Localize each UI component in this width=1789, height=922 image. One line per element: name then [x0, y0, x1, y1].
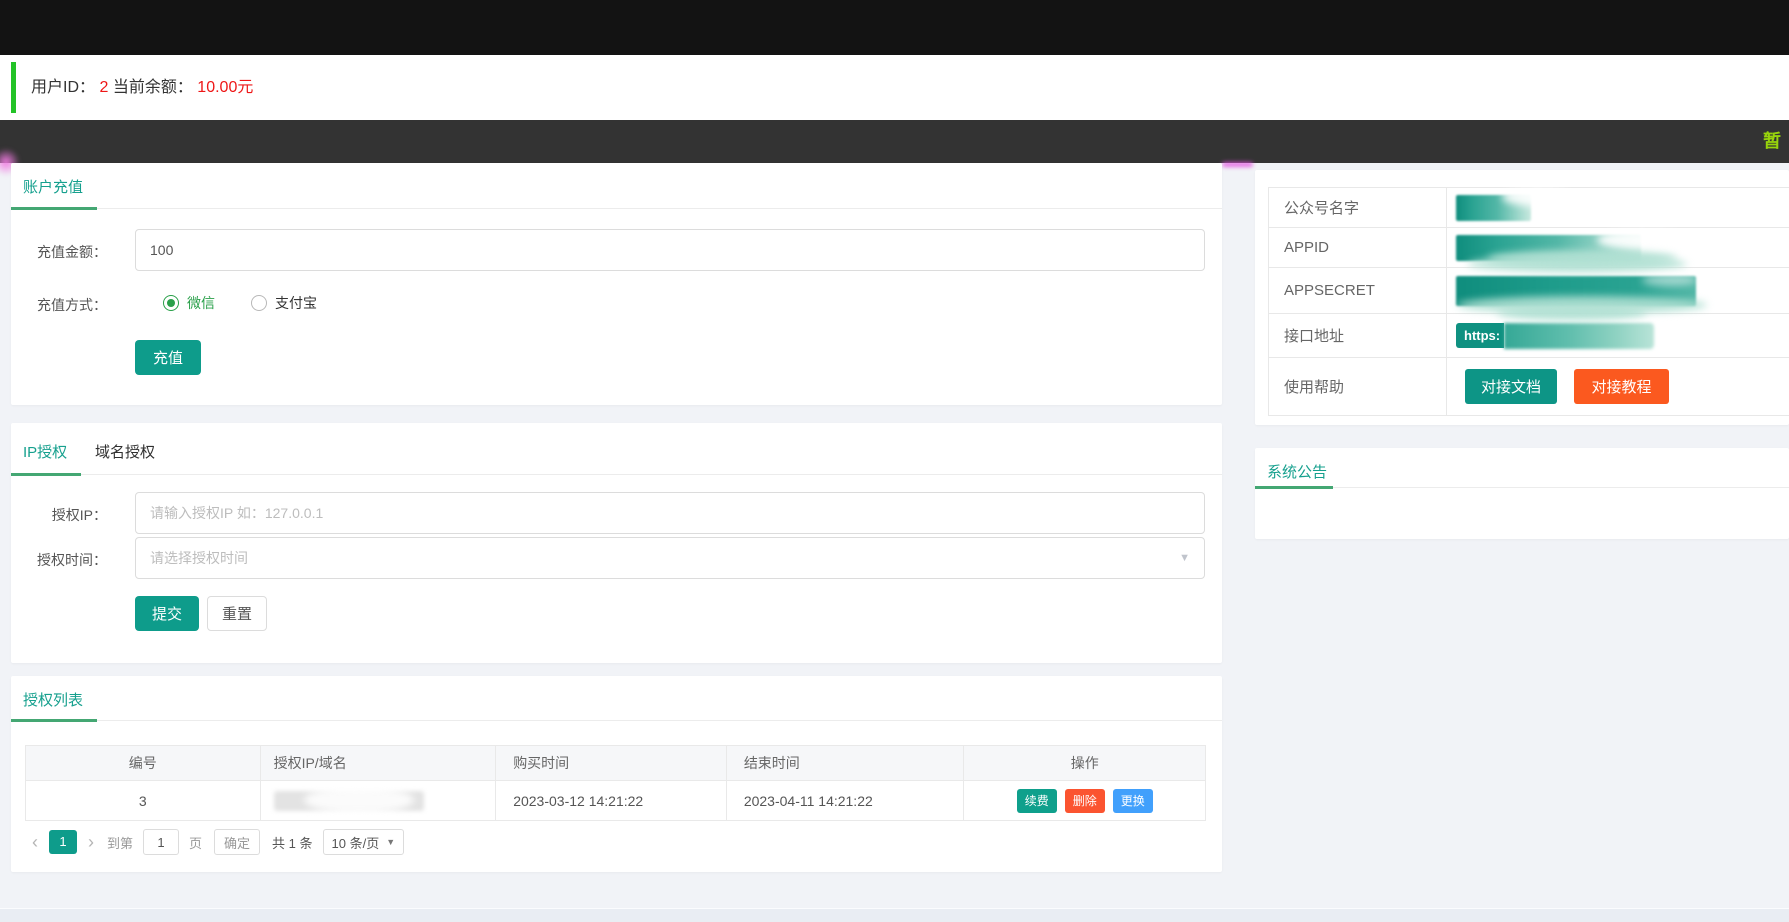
auth-list-underline [11, 719, 97, 722]
pagination: ‹ 1 › 到第 页 确定 共 1 条 10 条/页 ▼ [25, 829, 405, 855]
usage-help-label: 使用帮助 [1269, 358, 1447, 415]
marquee-text: 暂 [1763, 131, 1781, 151]
cell-end-time: 2023-04-11 14:21:22 [726, 781, 965, 821]
prev-page-icon[interactable]: ‹ [25, 832, 45, 853]
censor-smudge [1502, 188, 1572, 206]
auth-list-header: 授权列表 [11, 676, 1222, 722]
notice-card-header: 系统公告 [1255, 448, 1789, 489]
recharge-button[interactable]: 充值 [135, 340, 201, 375]
auth-table-header-row: 编号 授权IP/域名 购买时间 结束时间 操作 [26, 746, 1205, 781]
submit-button[interactable]: 提交 [135, 596, 199, 631]
wechat-radio[interactable] [163, 295, 179, 311]
censor-smudge [1597, 230, 1687, 250]
api-url-value: https: [1447, 306, 1789, 357]
account-info-card: 公众号名字 APPID APPSECRET 接口地址 https: 使用帮助 对… [1255, 170, 1789, 425]
recharge-title-underline [11, 207, 97, 210]
user-info-bar: 用户ID： 2 当前余额： 10.00元 [0, 55, 1789, 120]
auth-time-label: 授权时间： [37, 552, 107, 568]
col-header-buy-time: 购买时间 [496, 746, 727, 781]
caret-down-icon: ▼ [1179, 552, 1190, 564]
recharge-card-header: 账户充值 [11, 163, 1222, 210]
swap-button[interactable]: 更换 [1112, 788, 1153, 813]
total-count: 共 1 条 [272, 835, 313, 851]
col-header-end-time: 结束时间 [726, 746, 965, 781]
cell-id: 3 [26, 781, 261, 821]
amount-label: 充值金额： [37, 244, 107, 260]
info-row-name: 公众号名字 [1269, 188, 1789, 228]
notice-title-underline [1255, 486, 1333, 489]
info-row-help: 使用帮助 对接文档 对接教程 [1269, 358, 1789, 416]
method-label: 充值方式： [37, 297, 107, 313]
usage-help-buttons: 对接文档 对接教程 [1447, 358, 1789, 415]
censored-value-blob [1504, 322, 1655, 349]
alipay-radio[interactable] [251, 295, 267, 311]
censor-smudge [1467, 256, 1687, 272]
user-id-value: 2 [99, 79, 109, 96]
user-id-label: 用户ID： [31, 79, 96, 96]
goto-confirm-button[interactable]: 确定 [214, 829, 261, 855]
goto-page-input[interactable] [143, 829, 180, 855]
auth-time-placeholder: 请选择授权时间 [150, 550, 248, 566]
appsecret-label: APPSECRET [1269, 268, 1447, 313]
page-1-button[interactable]: 1 [49, 830, 77, 854]
col-header-actions: 操作 [964, 746, 1205, 781]
cell-buy-time: 2023-03-12 14:21:22 [496, 781, 727, 821]
tutorial-button[interactable]: 对接教程 [1574, 369, 1669, 404]
col-header-id: 编号 [26, 746, 261, 781]
cell-actions: 续费 删除 更换 [964, 781, 1205, 821]
censor-smudge [1497, 306, 1647, 320]
cell-ip-censored [260, 781, 497, 821]
amount-input[interactable] [135, 229, 1205, 271]
api-doc-button[interactable]: 对接文档 [1465, 369, 1557, 404]
announcement-marquee-bar: 暂 [0, 120, 1789, 163]
censored-ip-blur [273, 790, 424, 811]
top-navigation-bar [0, 0, 1789, 55]
account-info-table: 公众号名字 APPID APPSECRET 接口地址 https: 使用帮助 对… [1268, 187, 1789, 416]
next-page-icon[interactable]: › [81, 832, 101, 853]
recharge-card-title: 账户充值 [23, 179, 84, 196]
notice-card-title: 系统公告 [1267, 464, 1328, 481]
auth-ip-label: 授权IP： [51, 507, 107, 523]
goto-suffix: 页 [189, 835, 203, 851]
appid-label: APPID [1269, 228, 1447, 267]
tab-domain-auth[interactable]: 域名授权 [95, 441, 155, 462]
auth-list-title: 授权列表 [23, 692, 84, 709]
recharge-card: 账户充值 充值金额： 充值方式： 微信 支付宝 充值 [11, 163, 1222, 405]
user-bar-accent [11, 62, 16, 113]
renew-button[interactable]: 续费 [1016, 788, 1057, 813]
caret-down-icon: ▼ [386, 837, 396, 847]
goto-prefix: 到第 [107, 835, 134, 851]
balance-label: 当前余额： [112, 79, 193, 96]
api-url-label: 接口地址 [1269, 314, 1447, 357]
auth-tabs-header: IP授权 域名授权 [11, 423, 1222, 476]
api-url-prefix: https: [1456, 323, 1505, 348]
page-size-select[interactable]: 10 条/页 ▼ [322, 829, 405, 855]
ip-auth-card: IP授权 域名授权 授权IP： 授权时间： 请选择授权时间 ▼ 提交 重置 [11, 423, 1222, 663]
decor-magenta-glow [1222, 162, 1253, 167]
wechat-radio-label[interactable]: 微信 [187, 293, 215, 313]
auth-ip-input[interactable] [135, 492, 1205, 534]
user-info-text: 用户ID： 2 当前余额： 10.00元 [31, 55, 253, 120]
table-row: 3 2023-03-12 14:21:22 2023-04-11 14:21:2… [26, 781, 1205, 821]
auth-time-select[interactable]: 请选择授权时间 ▼ [135, 537, 1205, 579]
col-header-ip: 授权IP/域名 [260, 746, 497, 781]
delete-button[interactable]: 删除 [1064, 788, 1105, 813]
reset-button[interactable]: 重置 [207, 596, 267, 631]
balance-value: 10.00元 [197, 79, 254, 96]
payment-method-radio-group: 微信 支付宝 [163, 293, 317, 313]
page-size-value: 10 条/页 [331, 835, 380, 851]
tab-ip-auth[interactable]: IP授权 [23, 441, 67, 462]
censor-smudge [1642, 274, 1697, 286]
info-row-api-url: 接口地址 https: [1269, 306, 1789, 358]
official-account-name-label: 公众号名字 [1269, 188, 1447, 227]
alipay-radio-label[interactable]: 支付宝 [275, 293, 317, 313]
system-notice-card: 系统公告 [1255, 448, 1789, 539]
auth-table: 编号 授权IP/域名 购买时间 结束时间 操作 3 2023-03-12 14:… [25, 745, 1206, 821]
ip-auth-tab-underline [11, 473, 81, 476]
official-account-name-value [1447, 188, 1789, 227]
appsecret-value [1447, 256, 1789, 314]
footer-strip [0, 908, 1789, 922]
auth-list-card: 授权列表 编号 授权IP/域名 购买时间 结束时间 操作 3 2023-03-1… [11, 676, 1222, 872]
